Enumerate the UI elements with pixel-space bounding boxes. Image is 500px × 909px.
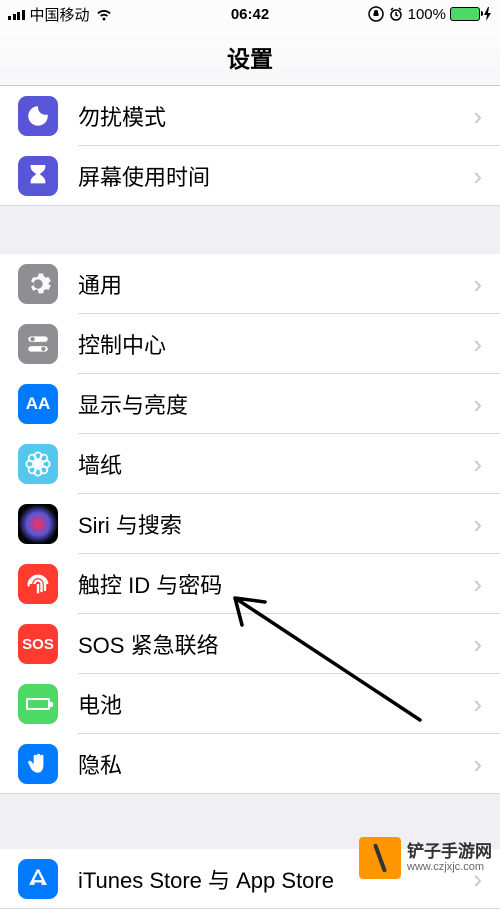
carrier-label: 中国移动 [30,4,90,25]
battery-percent: 100% [408,6,446,23]
battery-icon [18,684,58,724]
signal-icon [8,8,25,20]
row-battery[interactable]: 电池 › [0,674,500,734]
row-label: 隐私 [78,748,473,780]
watermark-url: www.czjxjc.com [407,861,492,873]
toggles-icon [18,324,58,364]
sos-icon: SOS [18,624,58,664]
chevron-right-icon: › [473,269,482,300]
row-label: 触控 ID 与密码 [78,568,473,600]
chevron-right-icon: › [473,689,482,720]
hand-icon [18,744,58,784]
row-screen-time[interactable]: 屏幕使用时间 › [0,146,500,206]
row-display-brightness[interactable]: AA 显示与亮度 › [0,374,500,434]
chevron-right-icon: › [473,389,482,420]
moon-icon [18,96,58,136]
status-left: 中国移动 [8,4,113,25]
chevron-right-icon: › [473,101,482,132]
row-siri-search[interactable]: Siri 与搜索 › [0,494,500,554]
siri-icon [18,504,58,544]
row-label: 墙纸 [78,448,473,480]
page-title: 设置 [227,40,273,74]
row-do-not-disturb[interactable]: 勿扰模式 › [0,86,500,146]
wifi-icon [95,7,113,21]
row-label: 显示与亮度 [78,388,473,420]
row-control-center[interactable]: 控制中心 › [0,314,500,374]
section-gap [0,206,500,254]
row-general[interactable]: 通用 › [0,254,500,314]
text-size-icon: AA [18,384,58,424]
row-label: 电池 [78,688,473,720]
gear-icon [18,264,58,304]
row-label: 通用 [78,268,473,300]
chevron-right-icon: › [473,161,482,192]
row-label: SOS 紧急联络 [78,628,473,660]
hourglass-icon [18,156,58,196]
row-label: 控制中心 [78,328,473,360]
row-wallpaper[interactable]: 墙纸 › [0,434,500,494]
chevron-right-icon: › [473,509,482,540]
appstore-icon [18,859,58,899]
row-label: Siri 与搜索 [78,508,473,540]
row-label: 屏幕使用时间 [78,160,473,192]
watermark-name: 铲子手游网 [407,843,492,862]
chevron-right-icon: › [473,569,482,600]
row-sos[interactable]: SOS SOS 紧急联络 › [0,614,500,674]
watermark-logo [359,837,401,879]
watermark: 铲子手游网 www.czjxjc.com [359,837,492,879]
row-privacy[interactable]: 隐私 › [0,734,500,794]
chevron-right-icon: › [473,329,482,360]
alarm-icon [388,6,404,22]
status-right: 100% [368,6,492,23]
settings-group-1: 勿扰模式 › 屏幕使用时间 › [0,86,500,206]
settings-group-2: 通用 › 控制中心 › AA 显示与亮度 › 墙纸 › Siri 与搜索 › 触… [0,254,500,794]
nav-header: 设置 [0,28,500,86]
clock: 06:42 [231,6,269,23]
fingerprint-icon [18,564,58,604]
chevron-right-icon: › [473,629,482,660]
row-touch-id-passcode[interactable]: 触控 ID 与密码 › [0,554,500,614]
orientation-lock-icon [368,6,384,22]
chevron-right-icon: › [473,449,482,480]
charging-icon [484,7,492,21]
chevron-right-icon: › [473,749,482,780]
row-label: 勿扰模式 [78,100,473,132]
status-bar: 中国移动 06:42 100% [0,0,500,28]
battery-icon [450,7,480,21]
flower-icon [18,444,58,484]
